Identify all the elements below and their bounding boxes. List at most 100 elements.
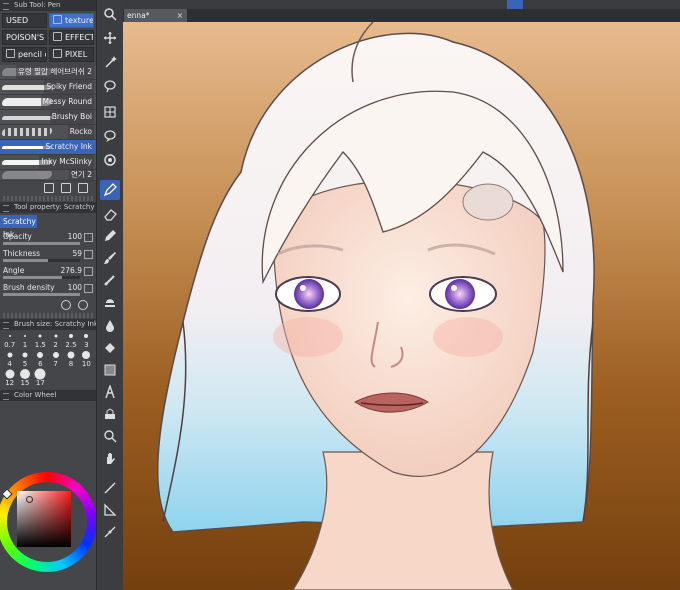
fill-tool[interactable] — [100, 338, 120, 358]
magnifier-icon — [104, 8, 117, 21]
property-brush-density[interactable]: Brush density 100 — [0, 281, 96, 298]
brush-size-option[interactable]: 17 — [33, 368, 48, 387]
brush-size-option[interactable]: 0.7 — [2, 330, 17, 349]
property-slider[interactable] — [3, 242, 80, 245]
settings-icon[interactable] — [61, 300, 71, 310]
tool-property-header[interactable]: Tool property: Scratchy Ink — [0, 202, 96, 213]
active-command-icon[interactable] — [507, 0, 523, 9]
vector-icon — [104, 526, 116, 538]
ruler-tool[interactable] — [100, 500, 120, 520]
brush-size-dot — [67, 351, 75, 359]
brush-size-option[interactable]: 4 — [2, 349, 17, 368]
close-icon[interactable]: × — [177, 9, 183, 22]
document-tab[interactable]: enna* × — [124, 9, 187, 22]
brush-label: Messy Round — [40, 95, 94, 109]
brush-size-option[interactable]: 12 — [2, 368, 17, 387]
operation-tool[interactable] — [100, 52, 120, 72]
gradient-tool[interactable] — [100, 360, 120, 380]
checkbox-icon[interactable] — [84, 267, 93, 276]
pen-tool[interactable] — [100, 180, 120, 200]
copy-icon[interactable] — [61, 183, 71, 193]
tab-pixel[interactable]: PIXEL — [49, 47, 94, 62]
drawing-canvas[interactable] — [123, 22, 680, 590]
brush-size-option[interactable]: 15 — [17, 368, 32, 387]
line-tool[interactable] — [100, 478, 120, 498]
brush-size-option[interactable]: 2.5 — [63, 330, 78, 349]
eraser-tool[interactable] — [100, 204, 120, 224]
pencil-icon — [6, 49, 15, 58]
brush-size-header[interactable]: Brush size: Scratchy Ink — [0, 319, 96, 330]
correct-line-tool[interactable] — [100, 522, 120, 542]
tab-poisons[interactable]: POISON'S — [2, 30, 47, 45]
command-bar — [123, 0, 680, 9]
checkbox-icon[interactable] — [84, 284, 93, 293]
brush-size-option[interactable]: 1.5 — [33, 330, 48, 349]
tab-used[interactable]: USED — [2, 13, 47, 28]
brush-size-option[interactable]: 3 — [79, 330, 94, 349]
color-wheel-header[interactable]: Color Wheel — [0, 390, 96, 401]
hand-tool[interactable] — [100, 448, 120, 468]
brush-item[interactable]: 연기 2 — [0, 170, 96, 181]
brush-size-value: 5 — [22, 360, 28, 368]
brush-label: 유령 필압 헤어브러쉬 2 — [15, 65, 94, 79]
brush-size-dot — [34, 368, 46, 380]
tab-pencil-case[interactable]: pencil case — [2, 47, 47, 62]
decoration-tool[interactable] — [100, 292, 120, 312]
balloon-tool[interactable] — [100, 404, 120, 424]
lasso-fill-tool[interactable] — [100, 150, 120, 170]
brush-size-option[interactable]: 6 — [33, 349, 48, 368]
property-thickness[interactable]: Thickness 59 — [0, 247, 96, 264]
property-slider[interactable] — [3, 293, 80, 296]
select-tool[interactable] — [100, 76, 120, 96]
speech-icon — [104, 130, 116, 142]
brush-item[interactable]: 유령 필압 헤어브러쉬 2 — [0, 65, 96, 80]
grip-icon — [3, 393, 9, 400]
brush-stroke-preview — [2, 128, 52, 136]
brush-item[interactable]: Brushy Boi — [0, 110, 96, 125]
property-value[interactable]: 59 — [72, 249, 82, 258]
delete-icon[interactable] — [78, 183, 88, 193]
brush-size-option[interactable]: 2 — [48, 330, 63, 349]
eyedropper-tool[interactable] — [100, 126, 120, 146]
brush-size-option[interactable]: 1 — [17, 330, 32, 349]
brush-item[interactable]: Spiky Friend — [0, 80, 96, 95]
text-tool[interactable] — [100, 382, 120, 402]
color-picker-cursor[interactable] — [26, 496, 33, 503]
brush-size-value: 0.7 — [4, 341, 16, 349]
brush-stroke-preview — [2, 171, 52, 179]
brush-item-selected[interactable]: Scratchy Ink — [0, 140, 96, 155]
subtool-panel-header[interactable]: Sub Tool: Pen — [0, 0, 96, 11]
airbrush-tool[interactable] — [100, 270, 120, 290]
brush-size-option[interactable]: 8 — [63, 349, 78, 368]
brush-size-option[interactable]: 10 — [79, 349, 94, 368]
pencil-tool[interactable] — [100, 226, 120, 246]
move-tool[interactable] — [100, 28, 120, 48]
divider — [3, 313, 93, 318]
property-opacity[interactable]: Opacity 100 — [0, 230, 96, 247]
property-angle[interactable]: Angle 276.9 — [0, 264, 96, 281]
property-value[interactable]: 276.9 — [61, 266, 82, 275]
brush-item[interactable]: Inky McSlinky — [0, 155, 96, 170]
property-slider[interactable] — [3, 276, 80, 279]
grip-icon — [3, 3, 9, 10]
zoom-view-tool[interactable] — [100, 426, 120, 446]
brush-item[interactable]: Messy Round — [0, 95, 96, 110]
tab-effects[interactable]: EFFECTS — [49, 30, 94, 45]
brush-size-option[interactable]: 5 — [17, 349, 32, 368]
checkbox-icon[interactable] — [84, 233, 93, 242]
brush-tool[interactable] — [100, 248, 120, 268]
property-value[interactable]: 100 — [68, 232, 82, 241]
property-list: Opacity 100 Thickness 59 Angle 276.9 Brush … — [0, 230, 96, 298]
brush-size-option[interactable]: 7 — [48, 349, 63, 368]
zoom-tool[interactable] — [100, 4, 120, 24]
brush-stroke-preview — [2, 116, 52, 120]
tab-textures[interactable]: textures — [49, 13, 94, 28]
auto-select-tool[interactable] — [100, 102, 120, 122]
search-icon[interactable] — [78, 300, 88, 310]
property-value[interactable]: 100 — [68, 283, 82, 292]
brush-item[interactable]: Rocko — [0, 125, 96, 140]
checkbox-icon[interactable] — [84, 250, 93, 259]
property-slider[interactable] — [3, 259, 80, 262]
download-icon[interactable] — [44, 183, 54, 193]
blend-tool[interactable] — [100, 316, 120, 336]
